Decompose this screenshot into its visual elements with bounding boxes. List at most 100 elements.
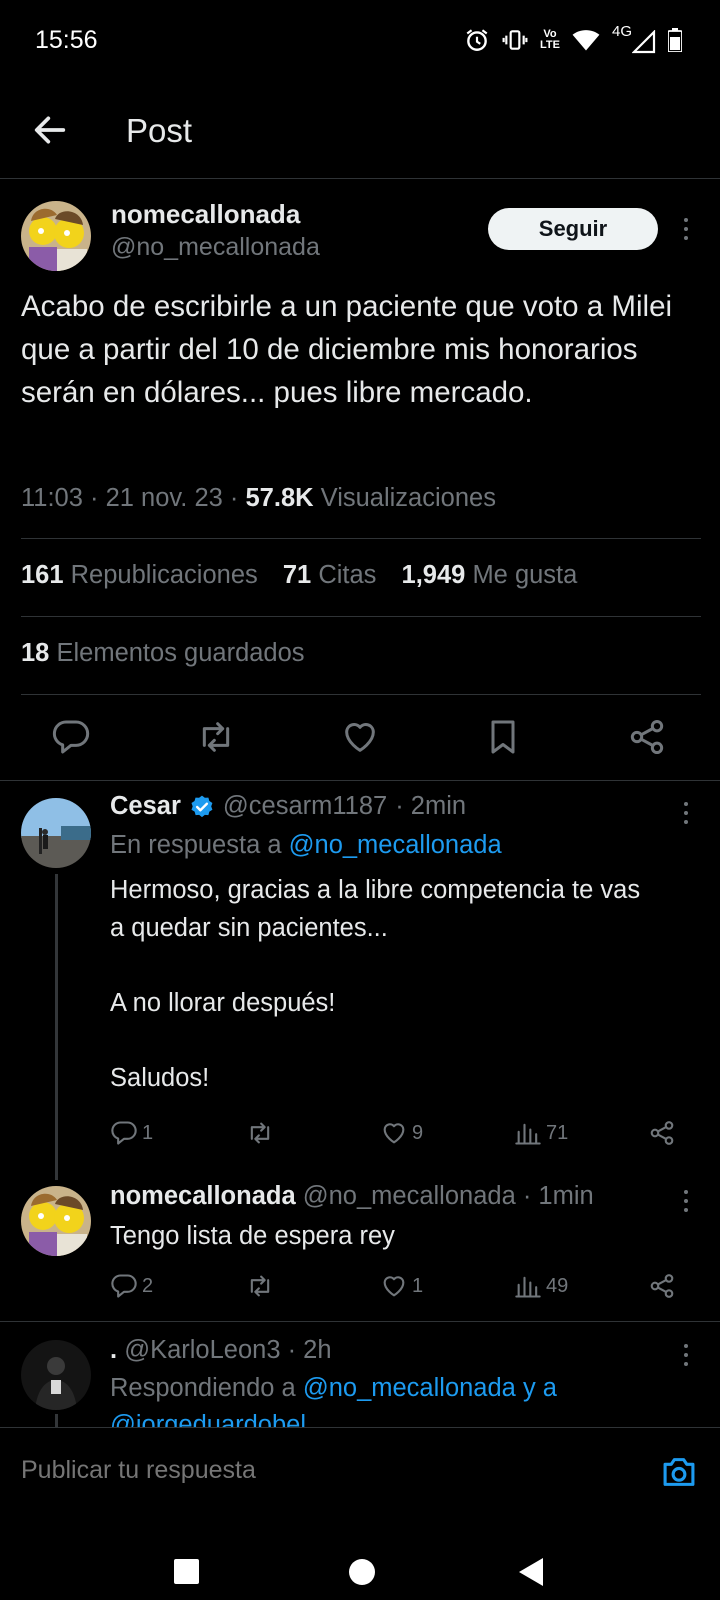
reply-text: Hermoso, gracias a la libre competencia … bbox=[110, 872, 710, 1097]
reply-author-avatar[interactable] bbox=[21, 798, 91, 868]
likes-label: Me gusta bbox=[472, 561, 578, 589]
post-text: Acabo de escribirle a un paciente que vo… bbox=[21, 290, 673, 409]
quotes-label: Citas bbox=[318, 561, 377, 589]
arrow-left-icon[interactable] bbox=[30, 110, 70, 150]
like-icon bbox=[383, 1123, 405, 1144]
engagement-stats: 161 Republicaciones 71 Citas 1,949 Me gu… bbox=[21, 561, 577, 590]
reply-author-name[interactable]: nomecallonada bbox=[110, 1182, 296, 1210]
verified-badge-icon bbox=[191, 795, 213, 817]
like-count: 1 bbox=[412, 1274, 424, 1297]
bookmark-icon[interactable] bbox=[483, 717, 523, 757]
network-type: 4G bbox=[612, 23, 633, 40]
reply-item-partial[interactable]: . @KarloLeon3 · 2h Respondiendo a @no_me… bbox=[0, 1322, 720, 1427]
reply-icon[interactable] bbox=[51, 717, 91, 757]
divider bbox=[21, 694, 701, 695]
divider bbox=[0, 780, 720, 781]
reply-author-name[interactable]: . bbox=[110, 1336, 117, 1364]
reposts-label: Republicaciones bbox=[70, 561, 258, 589]
vibrate-icon bbox=[502, 30, 528, 50]
reply-context-mention[interactable]: @jorgeduardobel bbox=[110, 1411, 306, 1427]
like-count: 9 bbox=[412, 1121, 424, 1144]
reply-author-handle[interactable]: @no_mecallonada bbox=[303, 1182, 516, 1210]
reply-author-handle[interactable]: @KarloLeon3 bbox=[124, 1336, 280, 1364]
reply-author-avatar[interactable] bbox=[21, 1340, 91, 1410]
reply-text-line: Hermoso, gracias a la libre competencia … bbox=[110, 876, 641, 904]
post-author-name[interactable]: nomecallonada bbox=[111, 199, 300, 230]
quotes-count: 71 bbox=[282, 561, 312, 589]
repost-icon[interactable] bbox=[196, 717, 236, 757]
views-label: Visualizaciones bbox=[320, 484, 496, 512]
like-icon bbox=[383, 1276, 405, 1297]
like-icon[interactable] bbox=[340, 717, 380, 757]
likes-count: 1,949 bbox=[401, 561, 466, 589]
divider bbox=[21, 538, 701, 539]
meta-separator: · bbox=[90, 484, 99, 512]
home-icon[interactable] bbox=[349, 1559, 375, 1585]
volte-icon: Vo LTE bbox=[540, 29, 560, 51]
repost-icon bbox=[250, 1275, 270, 1297]
more-options-icon[interactable] bbox=[674, 214, 698, 244]
reposts-stat[interactable]: 161 Republicaciones bbox=[21, 561, 258, 589]
composer-divider bbox=[0, 1427, 720, 1428]
more-options-icon[interactable] bbox=[674, 798, 698, 828]
wifi-icon bbox=[572, 30, 600, 51]
more-options-icon[interactable] bbox=[674, 1340, 698, 1370]
bookmarks-count: 18 bbox=[21, 639, 50, 667]
views-chart-icon bbox=[515, 1276, 541, 1298]
reply-icon bbox=[111, 1274, 137, 1298]
reply-time: · 2min bbox=[395, 792, 467, 820]
reply-context-prefix: Respondiendo a bbox=[110, 1374, 296, 1402]
follow-button[interactable]: Seguir bbox=[488, 208, 658, 250]
share-icon bbox=[650, 1121, 674, 1145]
reply-author-avatar[interactable] bbox=[21, 1186, 91, 1256]
bookmarks-stat[interactable]: 18 Elementos guardados bbox=[21, 639, 305, 668]
reply-composer-input[interactable] bbox=[21, 1456, 621, 1485]
signal-icon bbox=[632, 30, 656, 54]
battery-icon bbox=[668, 28, 682, 52]
camera-icon[interactable] bbox=[660, 1455, 698, 1489]
more-options-icon[interactable] bbox=[674, 1186, 698, 1216]
reply-header: . @KarloLeon3 · 2h bbox=[110, 1336, 332, 1365]
reply-icon bbox=[111, 1121, 137, 1145]
repost-button[interactable] bbox=[246, 1270, 278, 1302]
meta-separator: · bbox=[229, 484, 239, 512]
post-time: 11:03 bbox=[21, 484, 83, 512]
status-icons: Vo LTE 4G bbox=[464, 23, 682, 56]
reply-count: 1 bbox=[142, 1121, 154, 1144]
like-button[interactable]: 9 bbox=[380, 1117, 423, 1149]
quotes-stat[interactable]: 71 Citas bbox=[283, 561, 377, 589]
reply-text-line: A no llorar después! bbox=[110, 988, 336, 1017]
signal-group: 4G bbox=[612, 23, 656, 54]
reply-context-mention[interactable]: @no_mecallonada y a bbox=[303, 1374, 557, 1402]
bookmarks-label: Elementos guardados bbox=[56, 639, 305, 667]
share-icon[interactable] bbox=[627, 717, 667, 757]
volte-label-bottom: LTE bbox=[540, 39, 560, 51]
reply-text: Tengo lista de espera rey bbox=[110, 1222, 395, 1250]
post-author-handle[interactable]: @no_mecallonada bbox=[111, 233, 320, 262]
status-time: 15:56 bbox=[35, 26, 98, 54]
reply-author-name[interactable]: Cesar bbox=[110, 792, 181, 821]
post-date: 21 nov. 23 bbox=[105, 484, 223, 512]
repost-button[interactable] bbox=[246, 1117, 278, 1149]
post-author-avatar[interactable] bbox=[21, 201, 91, 271]
views-button[interactable]: 71 bbox=[514, 1117, 568, 1149]
share-button[interactable] bbox=[648, 1117, 676, 1149]
reply-button[interactable]: 2 bbox=[110, 1270, 153, 1302]
reply-header: Cesar @cesarm1187 · 2min bbox=[110, 792, 466, 821]
reply-time: · 2h bbox=[287, 1336, 332, 1364]
share-icon bbox=[650, 1274, 674, 1298]
reply-button[interactable]: 1 bbox=[110, 1117, 153, 1149]
reply-context-mention[interactable]: @no_mecallonada bbox=[289, 831, 502, 859]
reply-text-line bbox=[110, 1022, 710, 1060]
views-button[interactable]: 49 bbox=[514, 1270, 568, 1302]
reply-author-handle[interactable]: @cesarm1187 bbox=[223, 792, 387, 821]
reposts-count: 161 bbox=[21, 561, 64, 589]
system-navigation-bar bbox=[0, 1505, 720, 1600]
like-button[interactable]: 1 bbox=[380, 1270, 423, 1302]
recents-icon[interactable] bbox=[174, 1559, 199, 1584]
views-count: 49 bbox=[546, 1274, 569, 1297]
back-nav-icon[interactable] bbox=[517, 1557, 545, 1587]
share-button[interactable] bbox=[648, 1270, 676, 1302]
likes-stat[interactable]: 1,949 Me gusta bbox=[402, 561, 578, 589]
reply-header: nomecallonada @no_mecallonada · 1min bbox=[110, 1182, 594, 1211]
